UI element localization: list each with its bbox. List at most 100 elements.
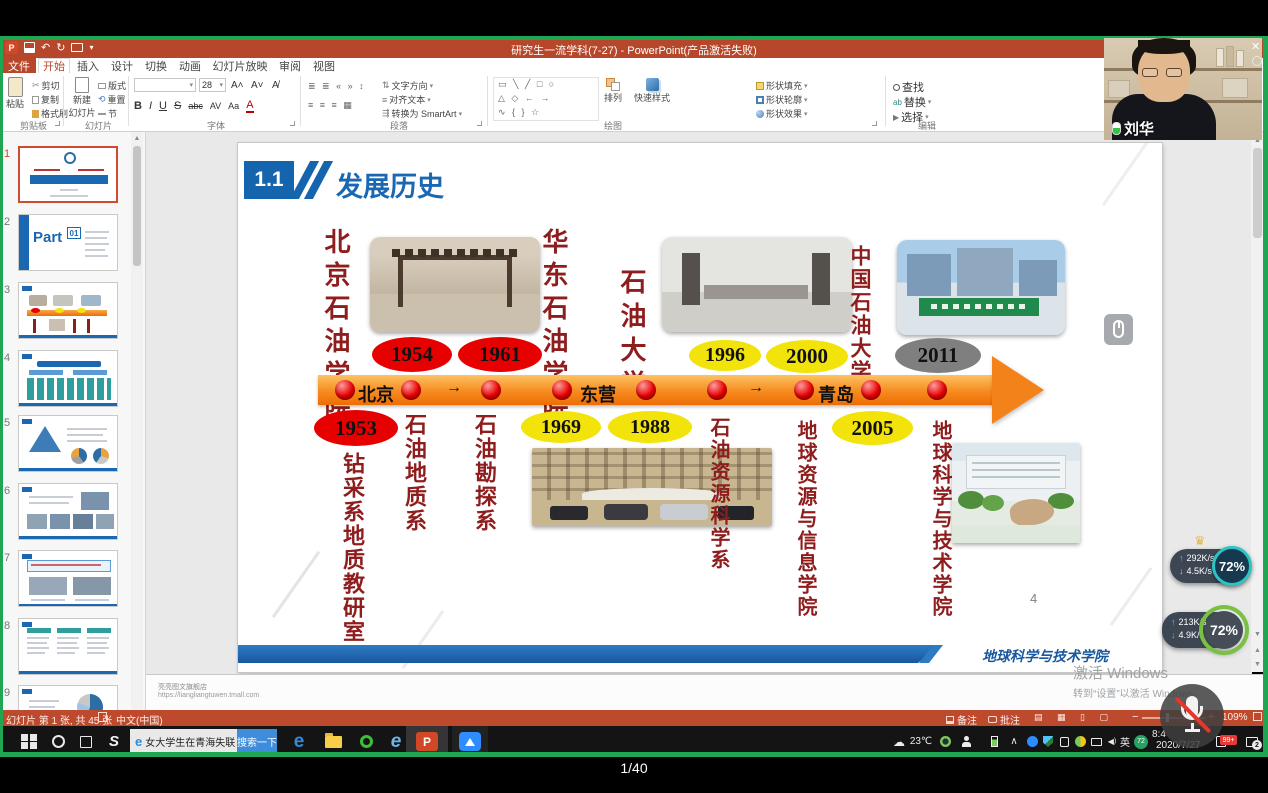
thumbnail-slide-7[interactable] <box>18 550 118 607</box>
share-border-left <box>0 36 3 757</box>
thumbnail-slide-5[interactable] <box>18 415 118 472</box>
search-text[interactable]: 女大学生在青海失联 <box>145 734 237 749</box>
slide-canvas[interactable]: 1.1 发展历史 北京石油学院 1954 1961 华东石油学院 石油大学 19… <box>238 143 1162 672</box>
thumbnail-slide-8[interactable] <box>18 618 118 675</box>
flag-badge: 99+ <box>1220 735 1237 745</box>
align-text-button[interactable]: ≡对齐文本▾ <box>382 93 431 106</box>
thumbnail-slide-6[interactable] <box>18 483 118 540</box>
font-name-input[interactable]: ▾ <box>134 78 196 92</box>
scroll-up-icon[interactable]: ▲ <box>131 132 143 144</box>
scrollbar-thumb[interactable] <box>133 146 141 266</box>
find-button[interactable]: 查找 <box>893 79 924 95</box>
layout-button[interactable]: 版式 <box>98 79 126 92</box>
tab-design[interactable]: 设计 <box>106 58 138 73</box>
shapes-gallery[interactable]: ▭ ╲ ╱ □ ○ △ ◇ ← → ∿ { } ☆ <box>493 77 599 121</box>
qat-customize-icon[interactable]: ▾ <box>89 43 93 52</box>
arrange-button[interactable]: 排列 <box>604 78 622 104</box>
font-size-input[interactable]: 28▾ <box>199 78 226 92</box>
view-shortcut-icons[interactable]: ▤ ▦ ▯ ▢ <box>1034 712 1114 723</box>
drawing-dialog-launcher[interactable] <box>872 121 877 126</box>
search-e-icon: e <box>135 734 142 749</box>
tab-transitions[interactable]: 切换 <box>140 58 172 73</box>
timeline-node <box>794 380 814 400</box>
webcam-name: 刘华 <box>1124 118 1154 139</box>
timeline-node <box>636 380 656 400</box>
presenter-mouse-widget[interactable] <box>1104 314 1133 345</box>
reset-button[interactable]: ⟲重置 <box>98 93 126 106</box>
undo-icon[interactable]: ↶ <box>41 41 50 54</box>
notes-line2: https://liangliangtuwen.tmall.com <box>158 692 259 699</box>
clear-formatting-icon[interactable]: A̸ <box>272 80 279 91</box>
replace-button[interactable]: ab替换▾ <box>893 94 931 110</box>
font-style-buttons[interactable]: BIUS abcAV AaA <box>134 99 254 113</box>
quick-styles-button[interactable]: 快速样式 <box>634 78 670 104</box>
city-dongying: 东营 <box>580 381 616 407</box>
slideshow-icon[interactable] <box>71 43 83 52</box>
language-label[interactable]: 中文(中国) <box>116 712 163 727</box>
close-icon[interactable]: ✕ <box>1251 40 1260 53</box>
tab-file[interactable]: 文件 <box>2 58 36 73</box>
thumbnail-slide-2[interactable]: Part 01 <box>18 214 118 271</box>
webcam-control-icon[interactable] <box>1252 56 1262 66</box>
timeline-node <box>861 380 881 400</box>
notes-toggle-button[interactable]: 备注 <box>946 712 977 727</box>
comments-toggle-button[interactable]: 批注 <box>988 712 1020 727</box>
tab-animations[interactable]: 动画 <box>174 58 206 73</box>
slide-bottom-bar <box>238 645 940 663</box>
paste-button[interactable]: 粘贴 <box>6 77 24 110</box>
fit-to-window-icon[interactable] <box>1253 712 1262 721</box>
thumbnail-slide-9[interactable] <box>18 685 118 710</box>
tab-review[interactable]: 审阅 <box>274 58 306 73</box>
page-indicator: 1/40 <box>620 760 647 776</box>
zoom-out-icon[interactable]: − <box>1132 711 1138 723</box>
font-dialog-launcher[interactable] <box>290 121 295 126</box>
thumb-number: 1 <box>4 148 10 160</box>
tab-view[interactable]: 视图 <box>308 58 340 73</box>
clipboard-dialog-launcher[interactable] <box>55 121 60 126</box>
shape-fill-button[interactable]: 形状填充▾ <box>756 79 808 92</box>
group-label-slides: 幻灯片 <box>85 119 112 132</box>
thumb-number: 6 <box>4 485 10 497</box>
timeline-node <box>927 380 947 400</box>
slide-page-number: 4 <box>1030 591 1037 606</box>
slide-section-number: 1.1 <box>244 161 294 199</box>
thumbnail-slide-4[interactable] <box>18 350 118 407</box>
tab-home[interactable]: 开始 <box>38 58 70 73</box>
powerpoint-app-icon: P <box>5 41 18 54</box>
paragraph-icons-row1[interactable]: ≣ ≣ « » ↕ <box>308 81 366 92</box>
thumbnail-slide-1[interactable] <box>18 146 118 203</box>
performance-ring-1[interactable]: 72% <box>1212 546 1252 586</box>
thumbnail-scrollbar[interactable]: ▲ <box>131 132 143 710</box>
thumbnail-slide-3[interactable] <box>18 282 118 339</box>
tab-insert[interactable]: 插入 <box>72 58 104 73</box>
download-icon: ↓ <box>1171 629 1176 642</box>
redo-icon[interactable]: ↻ <box>56 41 65 54</box>
save-icon[interactable] <box>24 42 35 53</box>
scrollbar-thumb[interactable] <box>1253 148 1262 238</box>
find-icon <box>893 84 900 91</box>
copy-button[interactable]: 复制 <box>32 93 59 106</box>
screen: P ↶ ↻ ▾ 研究生一流学科(7-27) - PowerPoint(产品激活失… <box>0 0 1268 793</box>
spellcheck-icon[interactable] <box>98 712 107 722</box>
paragraph-icons-row2[interactable]: ≡ ≡ ≡ ▦ <box>308 100 354 111</box>
muted-mic-overlay[interactable] <box>1160 684 1224 748</box>
arrow-glyph: → <box>446 379 462 397</box>
performance-ring-2[interactable]: 72% <box>1202 608 1246 652</box>
thumb-number: 3 <box>4 284 10 296</box>
tab-slideshow[interactable]: 幻灯片放映 <box>208 58 272 73</box>
text-direction-button[interactable]: ⇅文字方向▾ <box>382 79 433 92</box>
grow-font-icon[interactable]: A˄ <box>231 80 244 91</box>
webcam-view[interactable]: 刘华 <box>1104 38 1262 140</box>
shrink-font-icon[interactable]: A˅ <box>251 80 264 91</box>
taskbar-search-box[interactable]: e 女大学生在青海失联 搜索一下 <box>130 729 277 753</box>
shape-effects-button[interactable]: 形状效果▾ <box>756 107 808 120</box>
shape-outline-button[interactable]: 形状轮廓▾ <box>756 93 808 106</box>
new-slide-button[interactable]: 新建 幻灯片 <box>68 77 96 119</box>
zoom-level[interactable]: 109% <box>1222 712 1248 723</box>
cut-button[interactable]: ✂剪切 <box>32 79 60 92</box>
search-go-button[interactable]: 搜索一下 <box>237 729 277 753</box>
timeline-node <box>481 380 501 400</box>
group-label-paragraph: 段落 <box>390 119 408 132</box>
paragraph-dialog-launcher[interactable] <box>477 121 482 126</box>
year-1969: 1969 <box>521 411 601 443</box>
